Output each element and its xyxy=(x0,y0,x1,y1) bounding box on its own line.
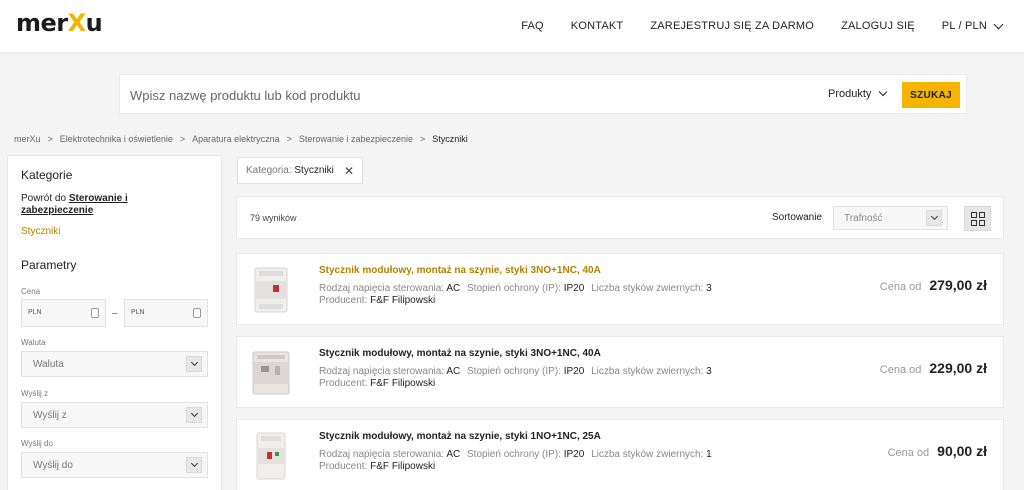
back-link[interactable]: Powrót do Sterowanie i zabezpieczenie xyxy=(21,193,201,217)
chevron-down-icon xyxy=(926,210,942,226)
product-price: Cena od 90,00 zł xyxy=(887,443,987,459)
sort-select[interactable]: Trafność xyxy=(833,206,948,230)
merxu-logo[interactable]: merXu xyxy=(16,9,103,37)
breadcrumb-item[interactable]: Aparatura elektryczna xyxy=(192,134,280,144)
product-title[interactable]: Stycznik modułowy, montaż na szynie, sty… xyxy=(319,348,601,359)
chevron-down-icon xyxy=(993,19,1004,29)
nav-login[interactable]: ZALOGUJ SIĘ xyxy=(841,20,915,32)
ship-to-select[interactable]: Wyślij do xyxy=(21,452,208,478)
chevron-down-icon xyxy=(186,356,202,372)
product-producer: Producent: F&F Filipowski xyxy=(319,378,436,389)
product-card[interactable]: Stycznik modułowy, montaż na szynie, sty… xyxy=(236,419,1004,490)
search-category-select[interactable]: Produkty xyxy=(828,87,888,100)
chevron-down-icon xyxy=(186,407,202,423)
results-toolbar: 79 wyników Sortowanie Trafność xyxy=(236,196,1004,239)
product-producer: Producent: F&F Filipowski xyxy=(319,461,436,472)
currency-label: Waluta xyxy=(21,338,46,347)
product-specs: Rodzaj napięcia sterowania: AC Stopień o… xyxy=(319,283,712,294)
main-nav: FAQ KONTAKT ZAREJESTRUJ SIĘ ZA DARMO ZAL… xyxy=(494,0,1004,52)
search-input[interactable] xyxy=(130,83,780,107)
spinner-icon[interactable] xyxy=(91,308,99,318)
grid-view-toggle[interactable] xyxy=(964,206,991,231)
ship-from-select[interactable]: Wyślij z xyxy=(21,402,208,428)
product-specs: Rodzaj napięcia sterowania: AC Stopień o… xyxy=(319,366,712,377)
product-card[interactable]: Stycznik modułowy, montaż na szynie, sty… xyxy=(236,253,1004,325)
categories-heading: Kategorie xyxy=(21,168,73,182)
product-title[interactable]: Stycznik modułowy, montaż na szynie, sty… xyxy=(319,265,601,276)
price-from-input[interactable]: PLN xyxy=(21,299,106,327)
product-image[interactable] xyxy=(247,431,295,481)
ship-to-label: Wyślij do xyxy=(21,439,53,448)
product-price: Cena od 279,00 zł xyxy=(879,277,987,293)
search-button[interactable]: SZUKAJ xyxy=(902,82,960,108)
active-filter-chip: Kategoria: Styczniki ✕ xyxy=(237,157,363,184)
spinner-icon[interactable] xyxy=(193,308,201,318)
filter-sidebar: Kategorie Powrót do Sterowanie i zabezpi… xyxy=(7,155,222,490)
parameters-heading: Parametry xyxy=(21,258,77,272)
breadcrumb-item[interactable]: merXu xyxy=(14,134,41,144)
breadcrumb-current: Styczniki xyxy=(432,134,468,144)
nav-kontakt[interactable]: KONTAKT xyxy=(571,20,624,32)
nav-register[interactable]: ZAREJESTRUJ SIĘ ZA DARMO xyxy=(650,20,814,32)
ship-from-label: Wyślij z xyxy=(21,389,49,398)
active-category[interactable]: Styczniki xyxy=(21,226,60,237)
results-count: 79 wyników xyxy=(250,213,297,223)
nav-faq[interactable]: FAQ xyxy=(521,20,544,32)
chevron-down-icon xyxy=(186,457,202,473)
close-icon[interactable]: ✕ xyxy=(344,164,354,178)
sort-label: Sortowanie xyxy=(772,212,823,223)
search-bar: Produkty SZUKAJ xyxy=(119,74,967,114)
currency-select[interactable]: Waluta xyxy=(21,351,208,377)
product-image[interactable] xyxy=(247,348,295,398)
breadcrumb-item[interactable]: Elektrotechnika i oświetlenie xyxy=(60,134,173,144)
price-label: Cena xyxy=(21,287,41,296)
language-currency-selector[interactable]: PL / PLN xyxy=(942,19,1004,32)
price-separator: – xyxy=(112,308,118,319)
product-specs: Rodzaj napięcia sterowania: AC Stopień o… xyxy=(319,449,712,460)
product-producer: Producent: F&F Filipowski xyxy=(319,295,436,306)
product-price: Cena od 229,00 zł xyxy=(879,360,987,376)
product-image[interactable] xyxy=(247,265,295,315)
breadcrumb-item[interactable]: Sterowanie i zabezpieczenie xyxy=(299,134,413,144)
breadcrumb: merXu > Elektrotechnika i oświetlenie > Apar… xyxy=(14,134,468,144)
product-card[interactable]: Stycznik modułowy, montaż na szynie, sty… xyxy=(236,336,1004,408)
chevron-down-icon xyxy=(879,87,888,97)
price-to-input[interactable]: PLN xyxy=(124,299,208,327)
top-bar: merXu FAQ KONTAKT ZAREJESTRUJ SIĘ ZA DAR… xyxy=(0,0,1024,52)
product-title[interactable]: Stycznik modułowy, montaż na szynie, sty… xyxy=(319,431,601,442)
